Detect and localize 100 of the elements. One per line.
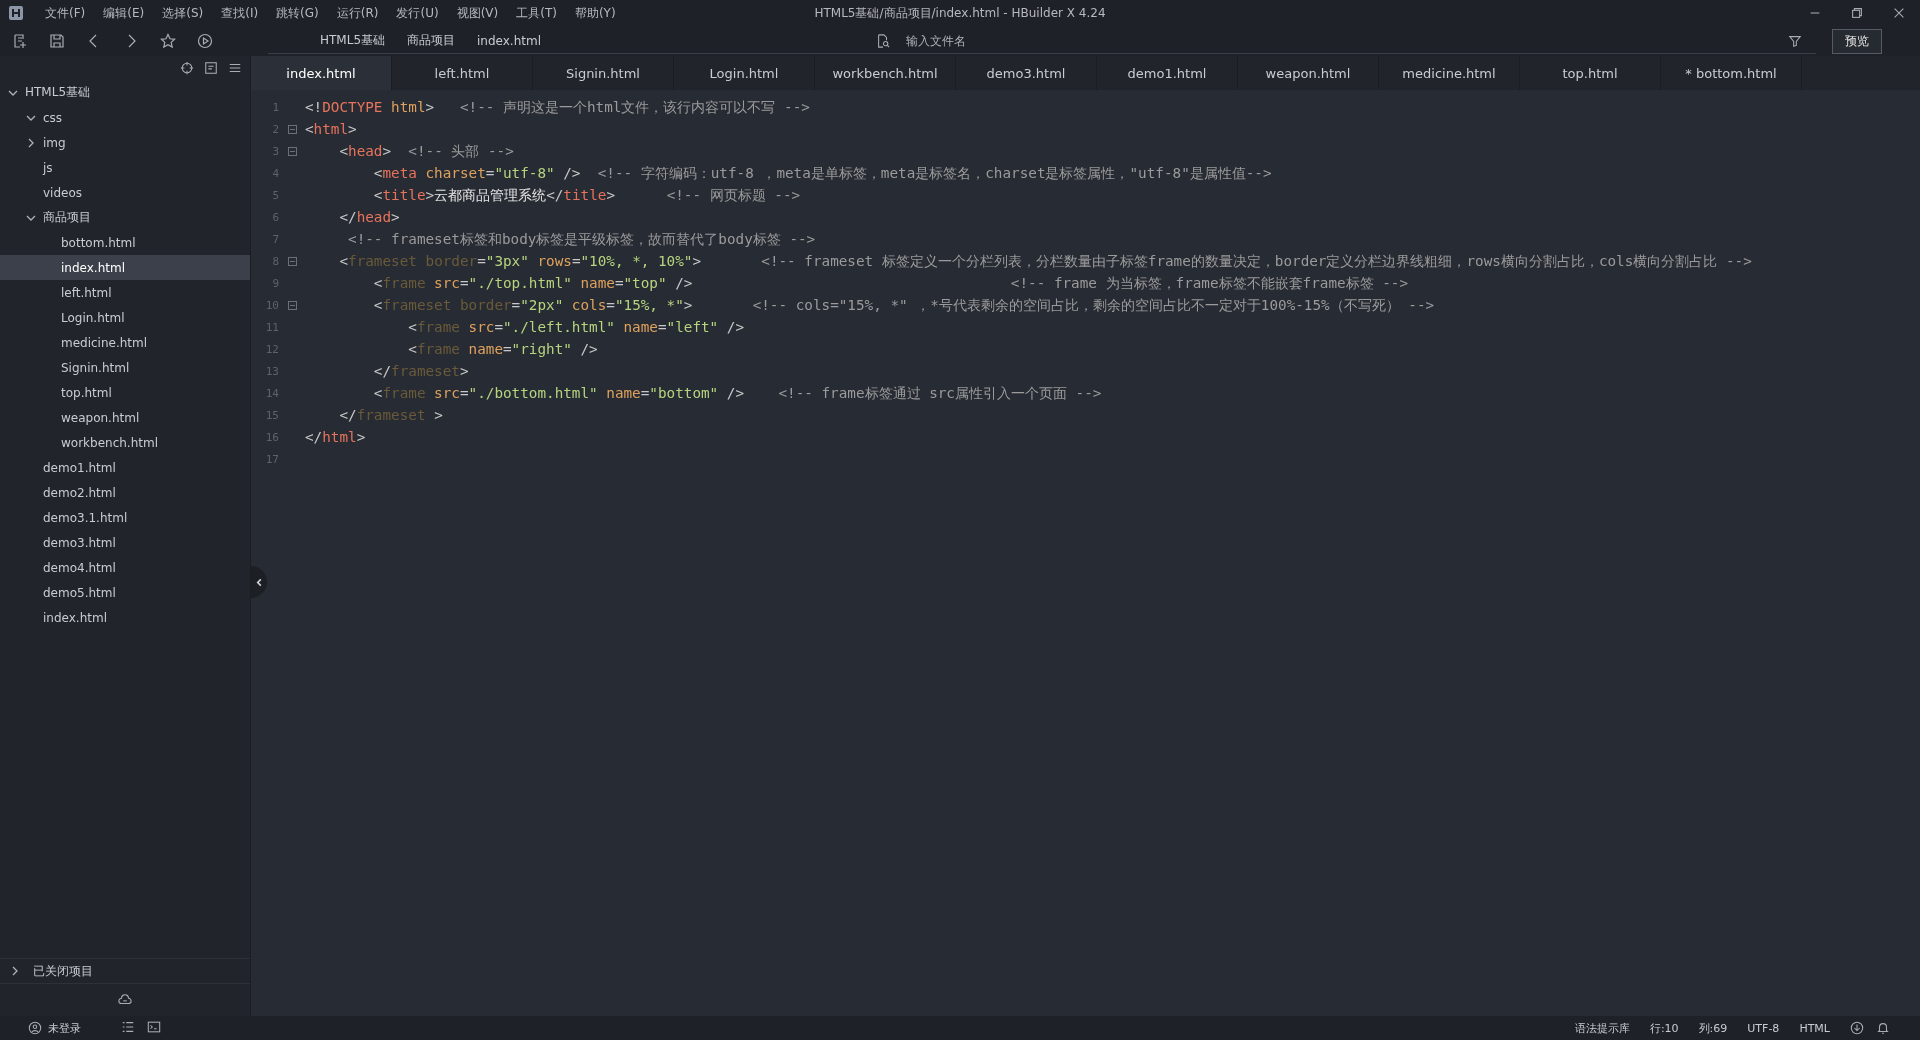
tree-item[interactable]: weapon.html [0, 405, 250, 430]
code-line: <!-- frameset标签和body标签是平级标签，故而替代了body标签 --> [347, 229, 816, 249]
file-tab[interactable]: index.html [251, 56, 392, 90]
line-number: 7 [271, 232, 279, 246]
code-line: </html> [305, 429, 366, 445]
fold-icon[interactable] [287, 124, 297, 134]
chevron-icon[interactable] [10, 966, 20, 976]
tree-item[interactable]: demo1.html [0, 455, 250, 480]
status-item[interactable]: UTF-8 [1747, 1021, 1780, 1035]
tree-item[interactable]: 商品项目 [0, 205, 250, 230]
menu-item[interactable]: 文件(F) [36, 4, 95, 22]
code-line: <frameset border="2px" cols="15%, *"> <!-- cols="15%, *" ，*号代表剩余的空间占比，剩余的空间占比不一定对于100%-15%（不写死） --> [372, 295, 1435, 315]
chevron-icon[interactable] [26, 137, 36, 148]
line-number: 8 [271, 254, 279, 268]
close-icon[interactable] [1892, 6, 1906, 20]
file-search-field[interactable]: 输入文件名 [904, 32, 1208, 49]
line-number: 6 [271, 210, 279, 224]
run-icon[interactable] [197, 33, 213, 49]
code-line: <frame src="./bottom.html" name="bottom" /> <!-- frame标签通过 src属性引入一个页面 --> [372, 383, 1102, 403]
tree-item[interactable]: js [0, 155, 250, 180]
code-line: </head> [338, 209, 400, 225]
tree-item[interactable]: demo2.html [0, 480, 250, 505]
app-logo-icon [8, 5, 24, 21]
menu-item[interactable]: 选择(S) [153, 4, 213, 22]
status-item[interactable]: HTML [1799, 1021, 1830, 1035]
tree-item[interactable]: demo4.html [0, 555, 250, 580]
tree-item[interactable]: index.html [0, 255, 250, 280]
code-line: <frame src="./top.html" name="top" /> <!-- frame 为当标签，frame标签不能嵌套frame标签 --> [372, 273, 1409, 293]
line-number: 4 [271, 166, 279, 180]
line-number: 11 [264, 320, 279, 334]
line-number: 3 [271, 144, 279, 158]
menu-item[interactable]: 帮助(Y) [565, 4, 625, 22]
locate-icon[interactable] [180, 61, 194, 75]
line-number: 5 [271, 188, 279, 202]
line-number: 12 [264, 342, 279, 356]
tree-item[interactable]: demo3.html [0, 530, 250, 555]
code-line: <frameset border="3px" rows="10%, *, 10%"> <!-- frameset 标签定义一个分栏列表，分栏数量由子标签frame的数量决定，border定义分栏边界线粗细，rows横向分割占比，cols横向分割占比 --> [338, 251, 1752, 271]
line-number: 17 [264, 452, 279, 466]
code-line: </frameset > [338, 407, 443, 423]
tree-item[interactable]: workbench.html [0, 430, 250, 455]
code-line: <head> <!-- 头部 --> [338, 141, 514, 161]
breadcrumb-item[interactable]: HTML5基础 [320, 32, 386, 49]
line-number: 15 [264, 408, 279, 422]
tree-item[interactable]: img [0, 130, 250, 155]
new-file-icon[interactable] [12, 33, 28, 49]
line-number: 10 [264, 298, 279, 312]
save-icon[interactable] [49, 33, 65, 49]
line-number: 13 [264, 364, 279, 378]
tree-item[interactable]: Login.html [0, 305, 250, 330]
menu-item[interactable]: 跳转(G) [267, 4, 328, 22]
fold-icon[interactable] [287, 146, 297, 156]
code-line: <!DOCTYPE html> <!-- 声明这是一个html文件，该行内容可以不写 --> [305, 97, 810, 117]
status-item[interactable]: 列:69 [1698, 1020, 1728, 1036]
menu-item[interactable]: 视图(V) [447, 4, 508, 22]
terminal-icon[interactable] [147, 1019, 161, 1034]
menu-icon[interactable] [228, 61, 242, 75]
tree-item[interactable]: css [0, 105, 250, 130]
tree-item[interactable]: left.html [0, 280, 250, 305]
menu-item[interactable]: 查找(I) [212, 4, 268, 22]
tree-item[interactable]: top.html [0, 380, 250, 405]
cloud-icon[interactable] [118, 993, 132, 1007]
collapse-all-icon[interactable] [204, 61, 218, 75]
filter-icon[interactable] [1788, 33, 1802, 48]
tree-item[interactable]: bottom.html [0, 230, 250, 255]
tree-item[interactable]: medicine.html [0, 330, 250, 355]
outline-icon[interactable] [121, 1019, 135, 1034]
breadcrumb-item[interactable]: 商品项目 [407, 32, 456, 49]
breadcrumb-item[interactable]: index.html [477, 33, 541, 48]
window-title: HTML5基础/商品项目/index.html - HBuilder X 4.24 [814, 5, 1106, 20]
line-number: 2 [271, 122, 279, 136]
code-line: <meta charset="utf-8" /> <!-- 字符编码：utf-8 ，meta是单标签，meta是标签名，charset是标签属性，"utf-8"是属性值--> [372, 163, 1272, 183]
status-item[interactable]: 语法提示库 [1574, 1020, 1630, 1036]
tree-item[interactable]: HTML5基础 [0, 80, 250, 105]
restore-icon[interactable] [1850, 6, 1864, 20]
status-item[interactable]: 行:10 [1649, 1020, 1679, 1036]
bell-icon[interactable] [1876, 1021, 1890, 1035]
code-line: </frameset> [372, 363, 469, 379]
tree-item[interactable]: Signin.html [0, 355, 250, 380]
menu-item[interactable]: 发行(U) [387, 4, 448, 22]
menu-item[interactable]: 编辑(E) [94, 4, 154, 22]
code-line: <frame src="./left.html" name="left" /> [407, 319, 745, 335]
tree-item[interactable]: index.html [0, 605, 250, 630]
download-icon[interactable] [1850, 1021, 1864, 1035]
closed-projects-item[interactable]: 已关闭项目 [0, 958, 250, 983]
fold-icon[interactable] [287, 256, 297, 266]
tree-item[interactable]: videos [0, 180, 250, 205]
file-search-icon[interactable] [876, 33, 890, 48]
fold-icon[interactable] [287, 300, 297, 310]
menu-item[interactable]: 运行(R) [327, 4, 388, 22]
tree-item[interactable]: demo3.1.html [0, 505, 250, 530]
line-number: 9 [271, 276, 279, 290]
user-icon[interactable] [28, 1021, 42, 1035]
star-icon[interactable] [160, 33, 176, 49]
line-number: 16 [264, 430, 279, 444]
code-line: <html> [305, 121, 357, 137]
tree-item[interactable]: demo5.html [0, 580, 250, 605]
line-number: 1 [271, 100, 279, 114]
menu-item[interactable]: 工具(T) [507, 4, 566, 22]
login-status[interactable]: 未登录 [48, 1020, 81, 1036]
preview-button[interactable]: 预览 [1832, 28, 1882, 54]
